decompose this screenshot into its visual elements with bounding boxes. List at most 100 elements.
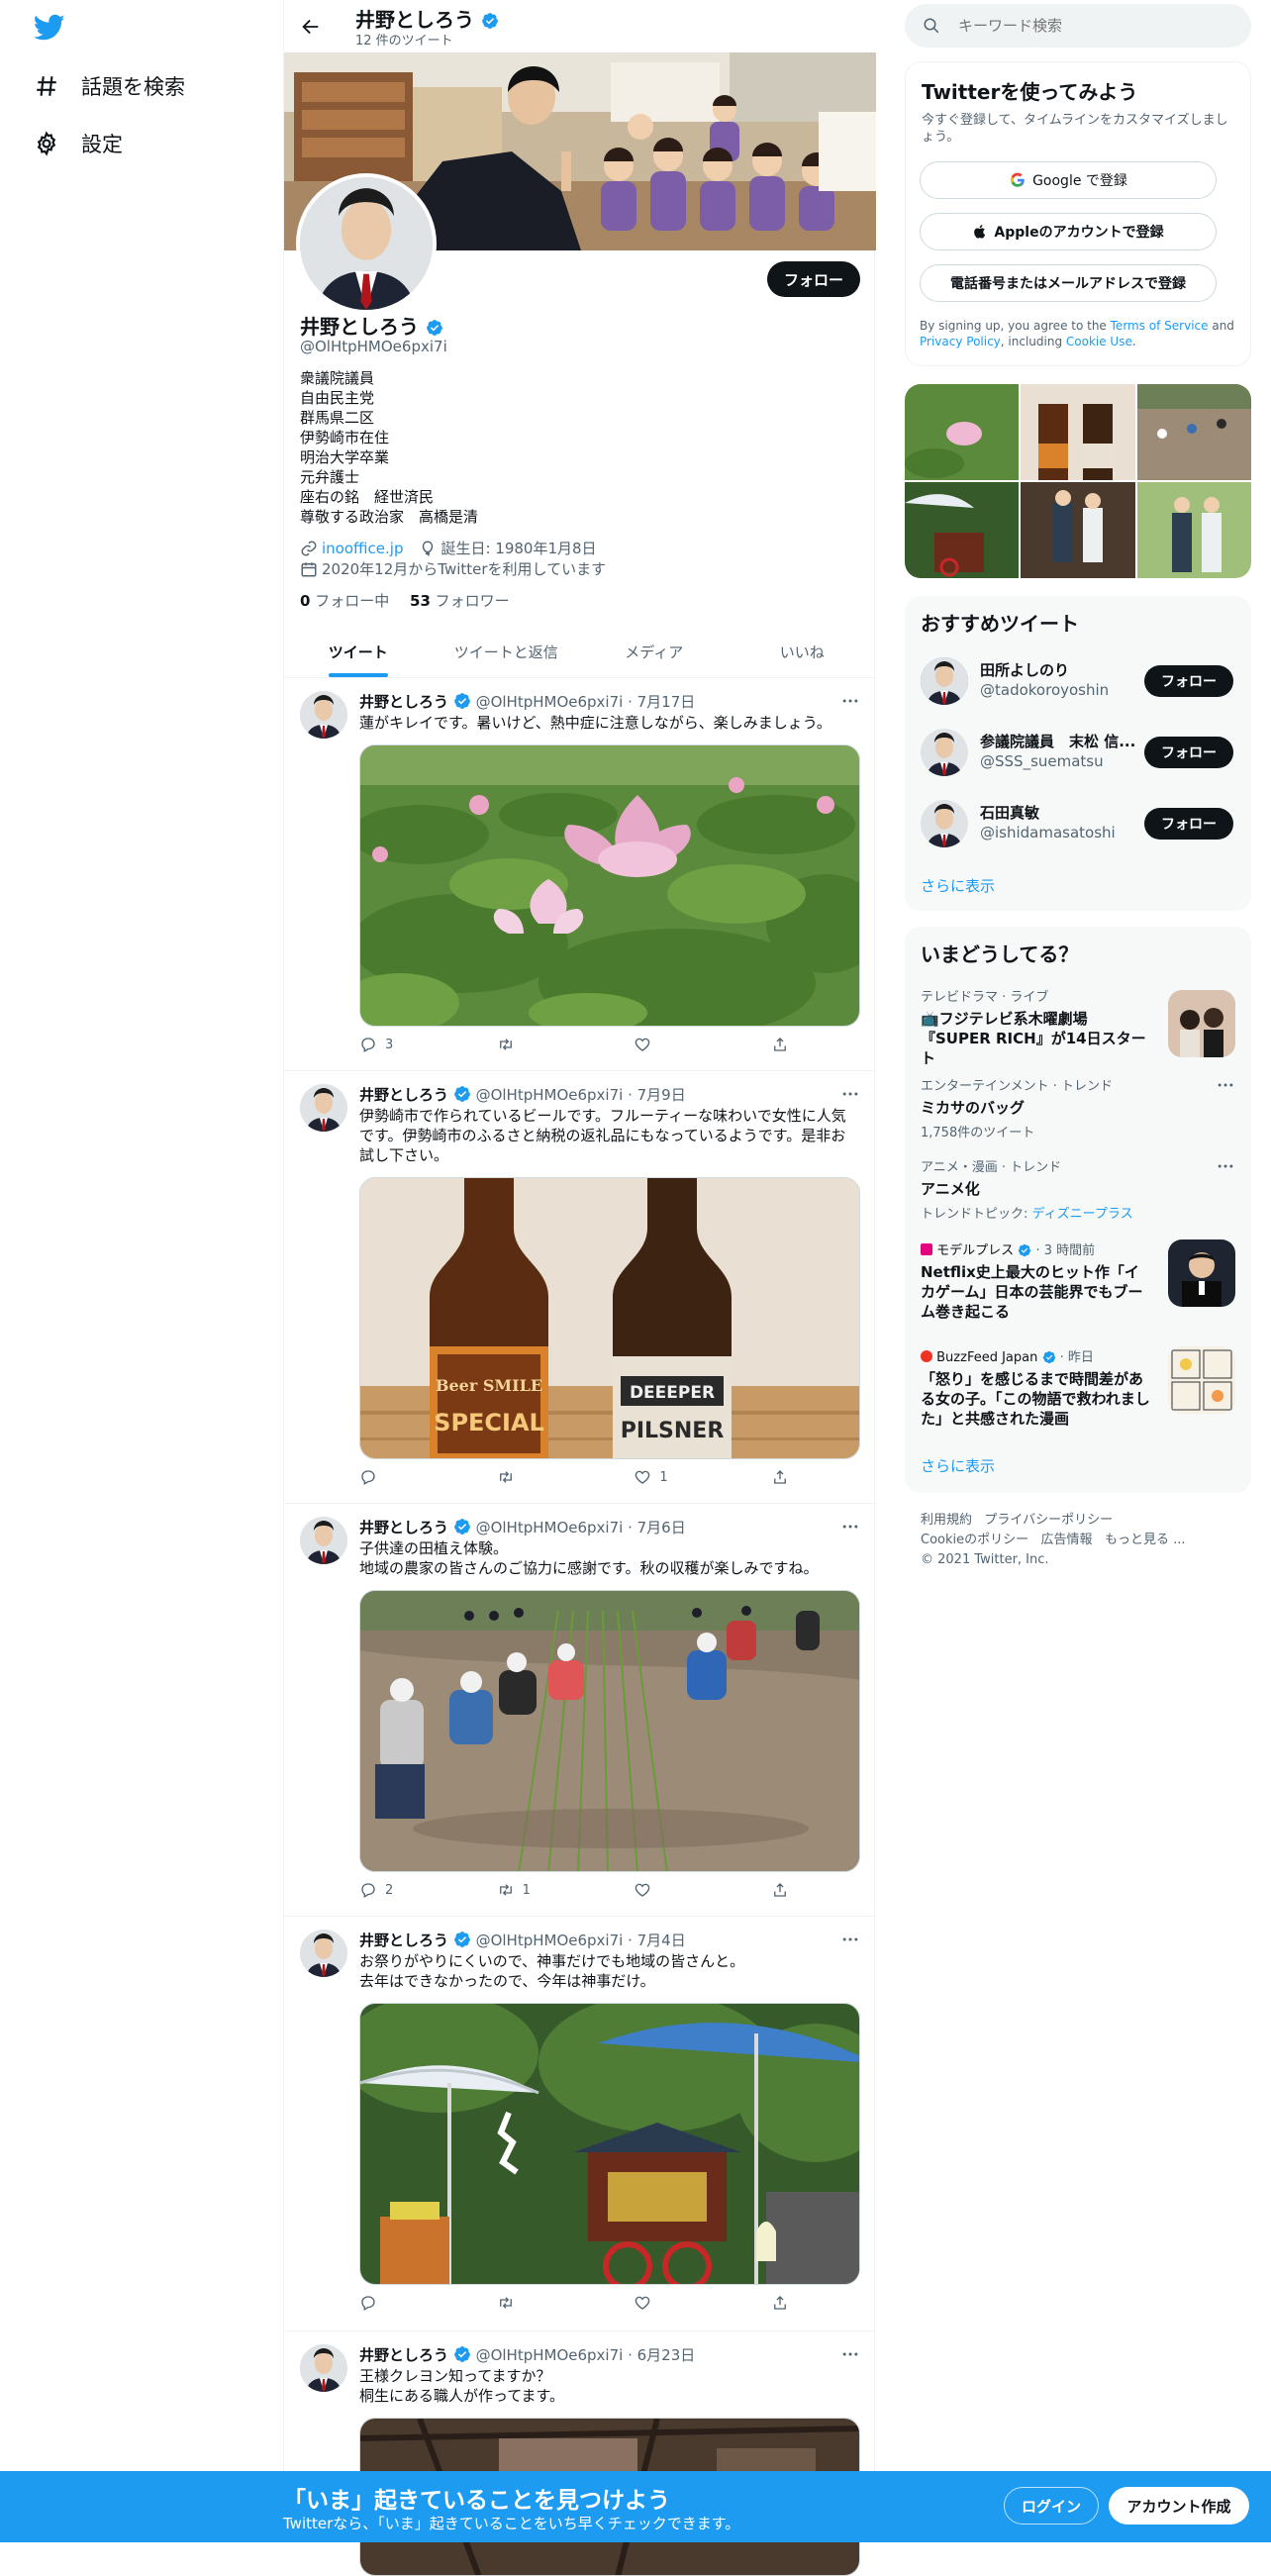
tab-media[interactable]: メディア: [580, 626, 729, 677]
phone-email-signup-button[interactable]: 電話番号またはメールアドレスで登録: [920, 264, 1217, 302]
terms-link[interactable]: Terms of Service: [1111, 319, 1209, 333]
tweet-text: お祭りがやりにくいので、神事だけでも地域の皆さんと。 去年はできなかったので、今…: [359, 1952, 745, 1990]
tab-likes[interactable]: いいね: [729, 626, 877, 677]
following-link[interactable]: 0 フォロー中: [300, 592, 389, 610]
more-icon[interactable]: [1216, 1075, 1235, 1095]
media-thumb-lotus[interactable]: [905, 384, 1019, 480]
tweet-image-beer[interactable]: Beer SMILE SPECIAL DEEEPER PILSNER: [359, 1177, 860, 1459]
more-icon[interactable]: [840, 2344, 860, 2364]
trend-title: ミカサのバッグ: [921, 1099, 1026, 1117]
recommended-user[interactable]: 石田真敏 @ishidamasatoshi フォロー: [921, 796, 1235, 847]
share-button[interactable]: [771, 1033, 795, 1056]
tab-active-indicator: [328, 673, 388, 677]
trend-title: アニメ化: [921, 1180, 980, 1198]
trend-topic-link[interactable]: ディズニープラス: [1032, 1207, 1133, 1222]
tweet-avatar[interactable]: [300, 1084, 347, 1132]
profile-avatar[interactable]: [296, 173, 437, 314]
google-signup-button[interactable]: Google で登録: [920, 161, 1217, 199]
trend-news-item[interactable]: BuzzFeed Japan · 昨日 「怒り」を感じるまで時間差がある女の子。…: [921, 1346, 1235, 1429]
tab-tweets[interactable]: ツイート: [284, 626, 433, 677]
like-button[interactable]: 1: [634, 1465, 723, 1489]
tweet-avatar[interactable]: [300, 691, 347, 739]
like-button[interactable]: [634, 2291, 723, 2315]
follow-button[interactable]: フォロー: [1144, 808, 1233, 840]
follow-button[interactable]: フォロー: [1144, 737, 1233, 768]
create-account-button[interactable]: アカウント作成: [1109, 2487, 1249, 2525]
like-button[interactable]: [634, 1033, 723, 1056]
media-thumb-beer[interactable]: [1021, 384, 1135, 480]
tweet-image-rice-planting[interactable]: [359, 1590, 860, 1872]
tweet-image-lotus[interactable]: [359, 744, 860, 1027]
calendar-icon: [301, 561, 317, 576]
tweet-avatar[interactable]: [300, 1517, 347, 1564]
retweet-button[interactable]: 1: [497, 1878, 586, 1902]
search-box[interactable]: [905, 4, 1251, 48]
share-icon: [771, 2294, 789, 2312]
cookie-link[interactable]: Cookie Use: [1066, 335, 1132, 348]
retweet-button[interactable]: [497, 1033, 586, 1056]
user-avatar[interactable]: [921, 729, 968, 776]
tweet[interactable]: 井野としろう @OlHtpHMOe6pxi7i · 7月4日 お祭りがやりにくい…: [284, 1918, 876, 2331]
tweet-avatar[interactable]: [300, 2344, 347, 2392]
nav-explore-label: 話題を検索: [81, 75, 185, 99]
balloon-icon: [423, 540, 434, 556]
like-button[interactable]: [634, 1878, 723, 1902]
trend-topic: トレンドトピック: ディズニープラス: [921, 1207, 1133, 1222]
footer-link[interactable]: Cookieのポリシー: [921, 1533, 1028, 1547]
profile-handle: @OlHtpHMOe6pxi7i: [300, 338, 447, 355]
more-icon[interactable]: [840, 1517, 860, 1536]
apple-signup-button[interactable]: Appleのアカウントで登録: [920, 213, 1217, 250]
tweet-image-shrine[interactable]: [359, 2003, 860, 2285]
tweet-text: 伊勢崎市で作られているビールです。フルーティーな味わいで女性に人気です。伊勢崎市…: [359, 1107, 846, 1164]
followers-link[interactable]: 53 フォロワー: [410, 592, 510, 610]
share-button[interactable]: [771, 2291, 795, 2315]
twitter-logo-icon[interactable]: [34, 14, 65, 42]
retweet-button[interactable]: [497, 1465, 586, 1489]
retweet-button[interactable]: [497, 2291, 586, 2315]
more-icon[interactable]: [1216, 1156, 1235, 1176]
reply-button[interactable]: [359, 1465, 448, 1489]
reply-button[interactable]: 3: [359, 1033, 448, 1056]
search-input[interactable]: [958, 17, 1235, 35]
tweet-avatar[interactable]: [300, 1930, 347, 1977]
footer-link[interactable]: プライバシーポリシー: [984, 1513, 1113, 1528]
footer-link[interactable]: 利用規約: [921, 1513, 972, 1528]
media-thumb-shrine[interactable]: [905, 482, 1019, 578]
back-arrow-icon[interactable]: [300, 16, 322, 38]
share-button[interactable]: [771, 1465, 795, 1489]
recommended-user[interactable]: 田所よしのり @tadokoroyoshin フォロー: [921, 653, 1235, 705]
media-thumb-crayon[interactable]: [1021, 482, 1135, 578]
user-avatar[interactable]: [921, 800, 968, 847]
user-avatar[interactable]: [921, 657, 968, 705]
trend-news-item[interactable]: モデルプレス · 3 時間前 Netflix史上最大のヒット作「イカゲーム」日本…: [921, 1239, 1235, 1322]
reply-button[interactable]: [359, 2291, 448, 2315]
more-icon[interactable]: [840, 1930, 860, 1949]
footer-link[interactable]: もっと見る ...: [1105, 1533, 1186, 1547]
tweet[interactable]: 井野としろう @OlHtpHMOe6pxi7i · 7月6日 子供達の田植え体験…: [284, 1505, 876, 1917]
trend-item[interactable]: アニメ・漫画 · トレンド アニメ化 トレンドトピック: ディズニープラス: [921, 1156, 1235, 1222]
nav-settings[interactable]: 設定: [34, 129, 123, 158]
login-button[interactable]: ログイン: [1004, 2487, 1099, 2525]
show-more-link[interactable]: さらに表示: [921, 875, 995, 896]
source-logo-icon: [921, 1243, 932, 1255]
media-thumb-people[interactable]: [1137, 482, 1251, 578]
show-more-link[interactable]: さらに表示: [921, 1455, 995, 1476]
profile-website-link[interactable]: inooffice.jp: [322, 540, 403, 557]
tweet[interactable]: 井野としろう @OlHtpHMOe6pxi7i · 7月17日 蓮がキレイです。…: [284, 679, 876, 1071]
more-icon[interactable]: [840, 691, 860, 711]
more-icon[interactable]: [840, 1084, 860, 1104]
recommended-user[interactable]: 参議院議員 末松 信... @SSS_suematsu フォロー: [921, 725, 1235, 776]
nav-explore[interactable]: 話題を検索: [34, 71, 185, 101]
follow-button[interactable]: フォロー: [1144, 665, 1233, 697]
privacy-link[interactable]: Privacy Policy: [920, 335, 1001, 348]
profile-follow-button[interactable]: フォロー: [767, 261, 860, 297]
footer-link[interactable]: 広告情報: [1041, 1533, 1093, 1547]
media-thumb-rice[interactable]: [1137, 384, 1251, 480]
tab-tweets-replies[interactable]: ツイートと返信: [433, 626, 581, 677]
profile-name: 井野としろう: [300, 311, 443, 340]
reply-button[interactable]: 2: [359, 1878, 448, 1902]
trend-item[interactable]: テレビドラマ · ライブ 📺フジテレビ系木曜劇場『SUPER RICH』が14日…: [921, 986, 1235, 1068]
tweet[interactable]: 井野としろう @OlHtpHMOe6pxi7i · 7月9日 伊勢崎市で作られて…: [284, 1072, 876, 1504]
trend-item[interactable]: エンターテインメント · トレンド ミカサのバッグ 1,758件のツイート: [921, 1075, 1235, 1140]
share-button[interactable]: [771, 1878, 795, 1902]
